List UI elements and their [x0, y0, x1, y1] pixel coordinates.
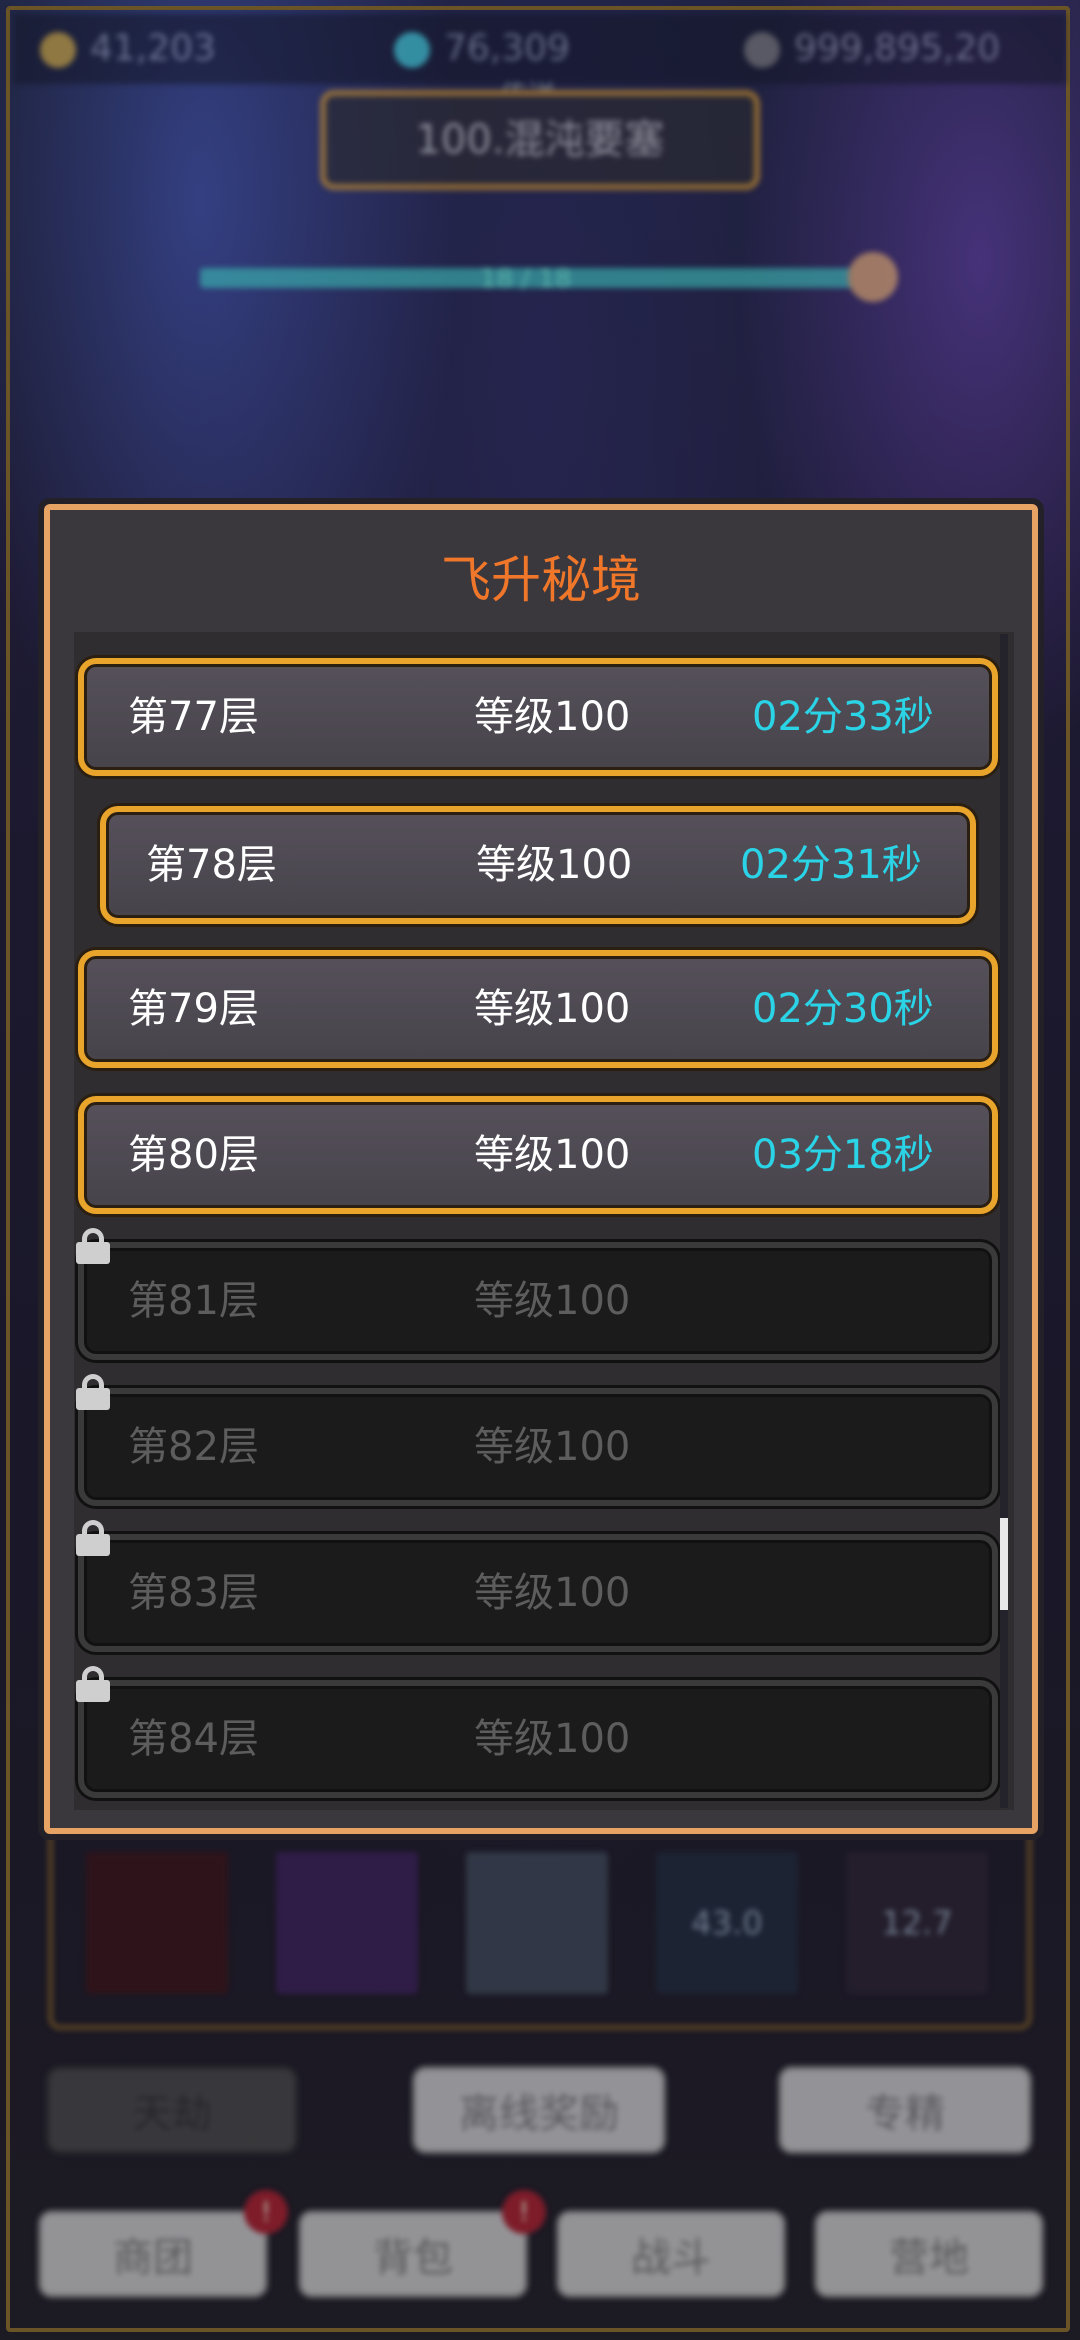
- scrollbar-thumb[interactable]: [1000, 1518, 1008, 1610]
- floor-label: 第81层: [128, 1278, 259, 1324]
- floor-label: 第84层: [128, 1716, 259, 1762]
- guild-notification-badge: !: [244, 2190, 288, 2234]
- lock-icon: [76, 1666, 110, 1702]
- clear-time: 03分18秒: [752, 1132, 934, 1178]
- floor-label: 第80层: [128, 1132, 259, 1178]
- cooldown-skill-icon[interactable]: 43.0: [656, 1852, 798, 1994]
- bag-button[interactable]: 背包: [298, 2210, 528, 2298]
- floor-row[interactable]: 第80层 等级100 03分18秒: [78, 1096, 998, 1214]
- level-label: 等级100: [474, 1570, 631, 1616]
- floor-label: 第82层: [128, 1424, 259, 1470]
- whirlwind-skill-icon[interactable]: [466, 1852, 608, 1994]
- dialog-title: 飞升秘境: [441, 551, 641, 609]
- level-label: 等级100: [474, 1278, 631, 1324]
- feather-resource: 999,895,20: [744, 28, 1000, 69]
- gem-resource: 76,309: [394, 28, 570, 69]
- ascension-realm-dialog: 飞升秘境 第77层 等级100 02分33秒 第78层 等级100 02分31秒…: [44, 504, 1038, 1834]
- floor-label: 第83层: [128, 1570, 259, 1616]
- floor-list[interactable]: 第77层 等级100 02分33秒 第78层 等级100 02分31秒 第79层…: [74, 632, 1014, 1810]
- floor-label: 第77层: [128, 694, 259, 740]
- offline-reward-button[interactable]: 离线奖励: [412, 2066, 666, 2154]
- gold-resource: 41,203: [40, 28, 216, 69]
- boss-mask-icon: [848, 252, 898, 302]
- list-scrollbar[interactable]: [1000, 634, 1008, 1808]
- lock-icon: [76, 1374, 110, 1410]
- level-label: 等级100: [474, 1716, 631, 1762]
- floor-row[interactable]: 第78层 等级100 02分31秒: [100, 806, 976, 924]
- level-label: 等级100: [476, 842, 633, 888]
- gold-coin-icon: [40, 32, 76, 68]
- floor-row-locked[interactable]: 第83层 等级100: [78, 1534, 998, 1652]
- location-title[interactable]: 100.混沌要塞: [320, 90, 760, 190]
- floor-row-locked[interactable]: 第82层 等级100: [78, 1388, 998, 1506]
- lock-icon: [76, 1520, 110, 1556]
- lock-icon: [76, 1228, 110, 1264]
- battle-button[interactable]: 战斗: [556, 2210, 786, 2298]
- floor-label: 第78层: [146, 842, 277, 888]
- level-label: 等级100: [474, 986, 631, 1032]
- specialize-button[interactable]: 专精: [778, 2066, 1032, 2154]
- floor-row[interactable]: 第79层 等级100 02分30秒: [78, 950, 998, 1068]
- floor-row-locked[interactable]: 第84层 等级100: [78, 1680, 998, 1798]
- level-label: 等级100: [474, 1424, 631, 1470]
- gem-icon: [394, 32, 430, 68]
- guild-button[interactable]: 商团: [38, 2210, 268, 2298]
- camp-button[interactable]: 营地: [814, 2210, 1044, 2298]
- shadow-skill-icon[interactable]: [276, 1852, 418, 1994]
- clear-time: 02分31秒: [740, 842, 922, 888]
- crossed-swords-skill-icon[interactable]: [86, 1852, 228, 1994]
- level-label: 等级100: [474, 1132, 631, 1178]
- clear-time: 02分30秒: [752, 986, 934, 1032]
- floor-row[interactable]: 第77层 等级100 02分33秒: [78, 658, 998, 776]
- floor-label: 第79层: [128, 986, 259, 1032]
- level-label: 等级100: [474, 694, 631, 740]
- floor-row-locked[interactable]: 第81层 等级100: [78, 1242, 998, 1360]
- stage-progress-text: 18 / 18: [480, 264, 572, 294]
- bag-notification-badge: !: [502, 2190, 546, 2234]
- rage-skill-icon[interactable]: 12.7: [846, 1852, 988, 1994]
- feather-icon: [744, 32, 780, 68]
- tianjie-button[interactable]: 天劫: [46, 2066, 298, 2154]
- clear-time: 02分33秒: [752, 694, 934, 740]
